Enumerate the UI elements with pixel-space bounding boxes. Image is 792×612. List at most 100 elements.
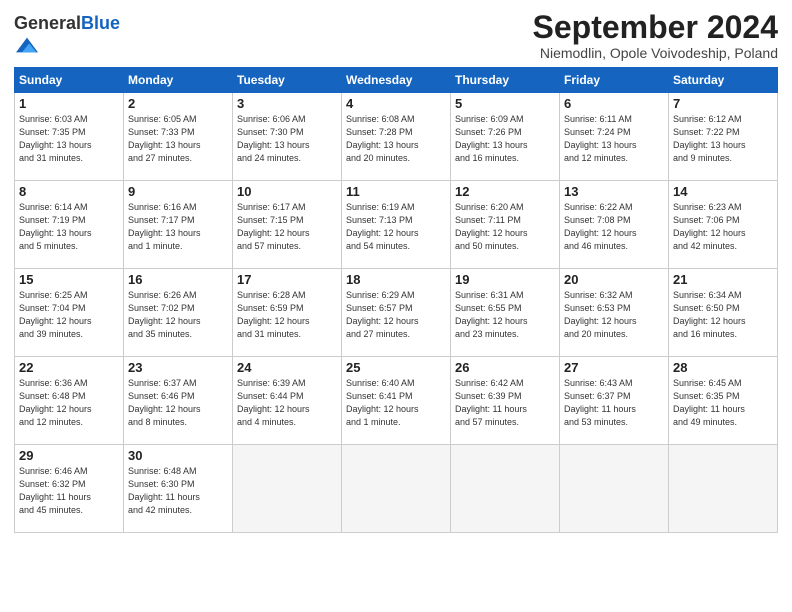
- day-number: 8: [19, 184, 119, 199]
- day-number: 7: [673, 96, 773, 111]
- calendar-day-cell: 18Sunrise: 6:29 AM Sunset: 6:57 PM Dayli…: [342, 269, 451, 357]
- calendar-day-cell: 27 Sunrise: 6:43 AM Sunset: 6:37 PM Dayli…: [560, 357, 669, 445]
- day-number: 24: [237, 360, 337, 375]
- day-number: 21: [673, 272, 773, 287]
- day-number: 11: [346, 184, 446, 199]
- calendar-day-cell: 4 Sunrise: 6:08 AM Sunset: 7:28 PM Daylig…: [342, 93, 451, 181]
- day-number: 13: [564, 184, 664, 199]
- header: GeneralBlue September 2024 Niemodlin, Op…: [14, 10, 778, 61]
- calendar-day-cell: 3 Sunrise: 6:06 AM Sunset: 7:30 PM Daylig…: [233, 93, 342, 181]
- main-container: GeneralBlue September 2024 Niemodlin, Op…: [0, 0, 792, 543]
- day-number: 4: [346, 96, 446, 111]
- day-number: 23: [128, 360, 228, 375]
- calendar-day-cell: 17Sunrise: 6:28 AM Sunset: 6:59 PM Dayli…: [233, 269, 342, 357]
- day-info: Sunrise: 6:03 AM Sunset: 7:35 PM Dayligh…: [19, 113, 119, 165]
- calendar-day-cell: [233, 445, 342, 533]
- day-number: 2: [128, 96, 228, 111]
- day-info: Sunrise: 6:31 AM Sunset: 6:55 PM Dayligh…: [455, 289, 555, 341]
- calendar-day-cell: 8 Sunrise: 6:14 AM Sunset: 7:19 PM Daylig…: [15, 181, 124, 269]
- day-info: Sunrise: 6:39 AM Sunset: 6:44 PM Dayligh…: [237, 377, 337, 429]
- day-info: Sunrise: 6:11 AM Sunset: 7:24 PM Dayligh…: [564, 113, 664, 165]
- calendar-day-cell: 13 Sunrise: 6:22 AM Sunset: 7:08 PM Dayli…: [560, 181, 669, 269]
- day-info: Sunrise: 6:05 AM Sunset: 7:33 PM Dayligh…: [128, 113, 228, 165]
- calendar-week-row: 1 Sunrise: 6:03 AM Sunset: 7:35 PM Daylig…: [15, 93, 778, 181]
- day-number: 3: [237, 96, 337, 111]
- day-number: 16: [128, 272, 228, 287]
- calendar-day-cell: 22Sunrise: 6:36 AM Sunset: 6:48 PM Dayli…: [15, 357, 124, 445]
- day-info: Sunrise: 6:26 AM Sunset: 7:02 PM Dayligh…: [128, 289, 228, 341]
- day-of-week-header: Sunday: [15, 68, 124, 93]
- calendar-day-cell: 20Sunrise: 6:32 AM Sunset: 6:53 PM Dayli…: [560, 269, 669, 357]
- day-number: 26: [455, 360, 555, 375]
- calendar-day-cell: 15 Sunrise: 6:25 AM Sunset: 7:04 PM Dayli…: [15, 269, 124, 357]
- logo-blue-text: Blue: [81, 13, 120, 33]
- day-info: Sunrise: 6:16 AM Sunset: 7:17 PM Dayligh…: [128, 201, 228, 253]
- calendar-day-cell: 19 Sunrise: 6:31 AM Sunset: 6:55 PM Dayli…: [451, 269, 560, 357]
- day-number: 12: [455, 184, 555, 199]
- day-number: 25: [346, 360, 446, 375]
- day-of-week-header: Wednesday: [342, 68, 451, 93]
- day-info: Sunrise: 6:19 AM Sunset: 7:13 PM Dayligh…: [346, 201, 446, 253]
- day-of-week-header: Thursday: [451, 68, 560, 93]
- calendar-day-cell: [342, 445, 451, 533]
- calendar-day-cell: 29Sunrise: 6:46 AM Sunset: 6:32 PM Dayli…: [15, 445, 124, 533]
- calendar-day-cell: 14Sunrise: 6:23 AM Sunset: 7:06 PM Dayli…: [669, 181, 778, 269]
- day-of-week-header: Monday: [124, 68, 233, 93]
- calendar-day-cell: [669, 445, 778, 533]
- calendar-day-cell: 1 Sunrise: 6:03 AM Sunset: 7:35 PM Daylig…: [15, 93, 124, 181]
- day-info: Sunrise: 6:25 AM Sunset: 7:04 PM Dayligh…: [19, 289, 119, 341]
- location: Niemodlin, Opole Voivodeship, Poland: [533, 45, 778, 61]
- day-number: 20: [564, 272, 664, 287]
- day-number: 15: [19, 272, 119, 287]
- calendar-week-row: 22Sunrise: 6:36 AM Sunset: 6:48 PM Dayli…: [15, 357, 778, 445]
- day-info: Sunrise: 6:34 AM Sunset: 6:50 PM Dayligh…: [673, 289, 773, 341]
- calendar-day-cell: 25Sunrise: 6:40 AM Sunset: 6:41 PM Dayli…: [342, 357, 451, 445]
- day-number: 6: [564, 96, 664, 111]
- day-info: Sunrise: 6:43 AM Sunset: 6:37 PM Dayligh…: [564, 377, 664, 429]
- calendar-header-row: SundayMondayTuesdayWednesdayThursdayFrid…: [15, 68, 778, 93]
- calendar-day-cell: 24 Sunrise: 6:39 AM Sunset: 6:44 PM Dayli…: [233, 357, 342, 445]
- day-number: 30: [128, 448, 228, 463]
- day-info: Sunrise: 6:09 AM Sunset: 7:26 PM Dayligh…: [455, 113, 555, 165]
- calendar-week-row: 29Sunrise: 6:46 AM Sunset: 6:32 PM Dayli…: [15, 445, 778, 533]
- day-number: 5: [455, 96, 555, 111]
- day-info: Sunrise: 6:14 AM Sunset: 7:19 PM Dayligh…: [19, 201, 119, 253]
- day-number: 19: [455, 272, 555, 287]
- day-of-week-header: Friday: [560, 68, 669, 93]
- title-block: September 2024 Niemodlin, Opole Voivodes…: [533, 10, 778, 61]
- day-info: Sunrise: 6:42 AM Sunset: 6:39 PM Dayligh…: [455, 377, 555, 429]
- day-info: Sunrise: 6:48 AM Sunset: 6:30 PM Dayligh…: [128, 465, 228, 517]
- day-info: Sunrise: 6:12 AM Sunset: 7:22 PM Dayligh…: [673, 113, 773, 165]
- logo-icon: [16, 34, 38, 56]
- day-number: 10: [237, 184, 337, 199]
- day-number: 27: [564, 360, 664, 375]
- calendar-week-row: 8 Sunrise: 6:14 AM Sunset: 7:19 PM Daylig…: [15, 181, 778, 269]
- calendar-day-cell: 28 Sunrise: 6:45 AM Sunset: 6:35 PM Dayli…: [669, 357, 778, 445]
- day-info: Sunrise: 6:17 AM Sunset: 7:15 PM Dayligh…: [237, 201, 337, 253]
- calendar-day-cell: [560, 445, 669, 533]
- calendar-day-cell: 16 Sunrise: 6:26 AM Sunset: 7:02 PM Dayli…: [124, 269, 233, 357]
- calendar-day-cell: 26 Sunrise: 6:42 AM Sunset: 6:39 PM Dayli…: [451, 357, 560, 445]
- day-info: Sunrise: 6:45 AM Sunset: 6:35 PM Dayligh…: [673, 377, 773, 429]
- calendar-day-cell: 10 Sunrise: 6:17 AM Sunset: 7:15 PM Dayli…: [233, 181, 342, 269]
- day-number: 1: [19, 96, 119, 111]
- day-number: 28: [673, 360, 773, 375]
- day-info: Sunrise: 6:08 AM Sunset: 7:28 PM Dayligh…: [346, 113, 446, 165]
- month-title: September 2024: [533, 10, 778, 45]
- day-info: Sunrise: 6:36 AM Sunset: 6:48 PM Dayligh…: [19, 377, 119, 429]
- calendar-table: SundayMondayTuesdayWednesdayThursdayFrid…: [14, 67, 778, 533]
- day-info: Sunrise: 6:29 AM Sunset: 6:57 PM Dayligh…: [346, 289, 446, 341]
- day-info: Sunrise: 6:22 AM Sunset: 7:08 PM Dayligh…: [564, 201, 664, 253]
- logo: GeneralBlue: [14, 14, 120, 61]
- calendar-day-cell: 23 Sunrise: 6:37 AM Sunset: 6:46 PM Dayli…: [124, 357, 233, 445]
- calendar-day-cell: 7 Sunrise: 6:12 AM Sunset: 7:22 PM Daylig…: [669, 93, 778, 181]
- calendar-day-cell: 5 Sunrise: 6:09 AM Sunset: 7:26 PM Daylig…: [451, 93, 560, 181]
- day-number: 14: [673, 184, 773, 199]
- calendar-day-cell: 12 Sunrise: 6:20 AM Sunset: 7:11 PM Dayli…: [451, 181, 560, 269]
- calendar-day-cell: 30 Sunrise: 6:48 AM Sunset: 6:30 PM Dayli…: [124, 445, 233, 533]
- day-info: Sunrise: 6:20 AM Sunset: 7:11 PM Dayligh…: [455, 201, 555, 253]
- day-info: Sunrise: 6:37 AM Sunset: 6:46 PM Dayligh…: [128, 377, 228, 429]
- calendar-day-cell: 11 Sunrise: 6:19 AM Sunset: 7:13 PM Dayli…: [342, 181, 451, 269]
- calendar-day-cell: 9Sunrise: 6:16 AM Sunset: 7:17 PM Daylig…: [124, 181, 233, 269]
- day-info: Sunrise: 6:06 AM Sunset: 7:30 PM Dayligh…: [237, 113, 337, 165]
